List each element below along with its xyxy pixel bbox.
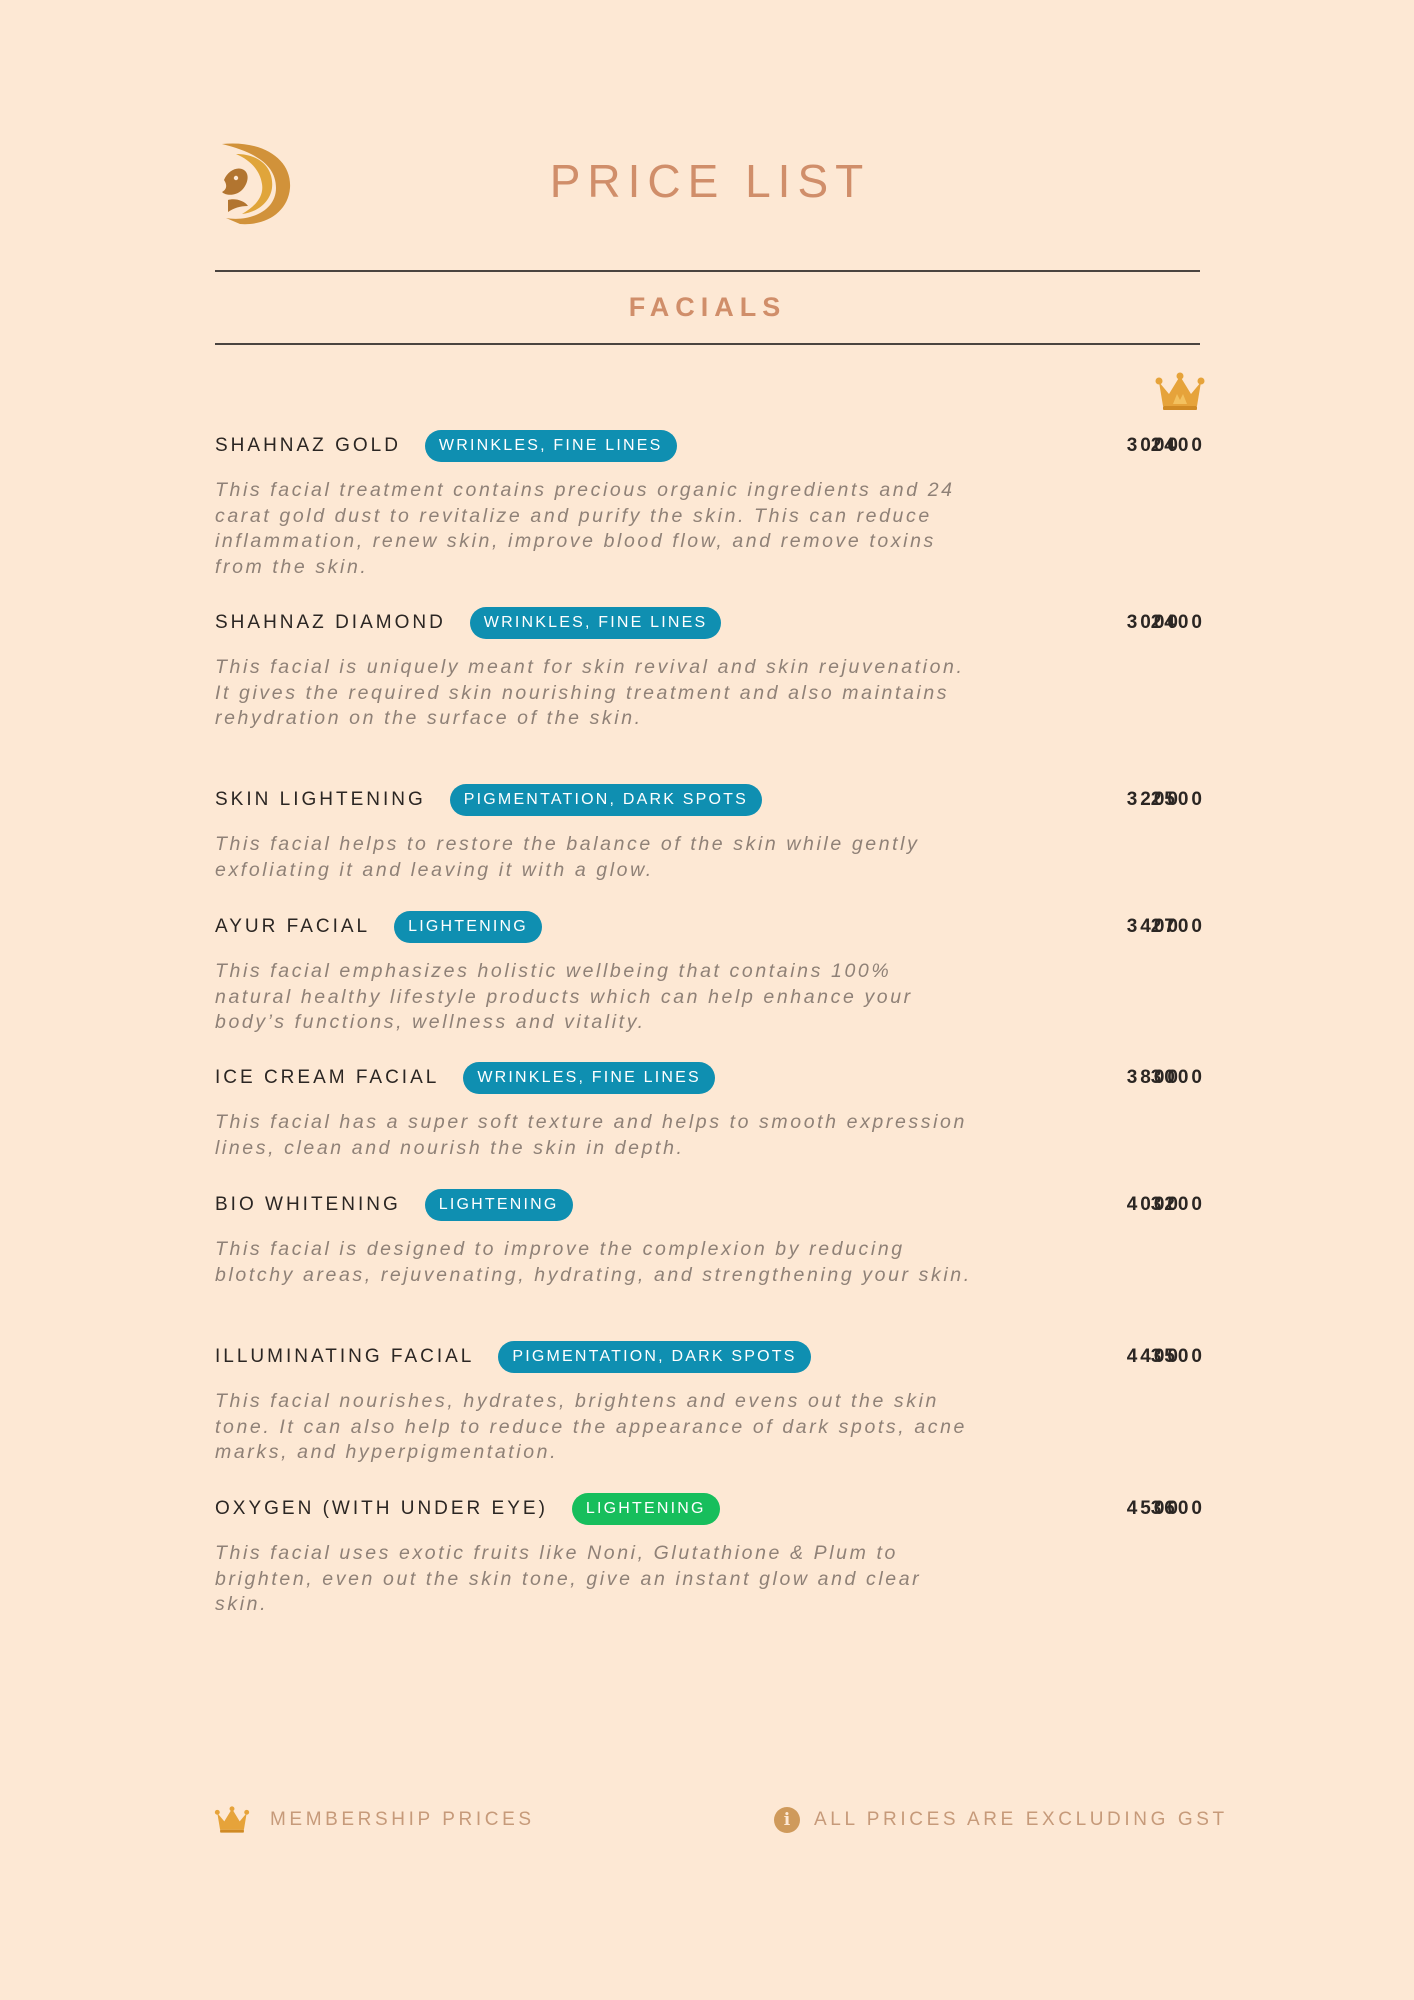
service-item: ILLUMINATING FACIAL PIGMENTATION, DARK SP… xyxy=(215,1339,1205,1466)
concern-tag: PIGMENTATION, DARK SPOTS xyxy=(449,784,762,816)
service-description: This facial emphasizes holistic wellbein… xyxy=(215,960,913,1033)
service-header: ICE CREAM FACIAL WRINKLES, FINE LINES 3800… xyxy=(215,1060,1205,1096)
service-name: BIO WHITENING xyxy=(215,1194,401,1215)
membership-price: 2700 xyxy=(1150,916,1205,937)
logo-icon xyxy=(222,143,291,225)
service-header: SHAHNAZ DIAMOND WRINKLES, FINE LINES 3000 2… xyxy=(215,605,1205,641)
service-item: OXYGEN (WITH UNDER EYE) LIGHTENING 4500 360… xyxy=(215,1491,1205,1618)
service-header: AYUR FACIAL LIGHTENING 3400 2700 xyxy=(215,909,1205,945)
price-list-page: PRICE LIST FACIALS SHAHNAZ GOLD WRINKLES,… xyxy=(0,0,1414,2000)
service-description: This facial is designed to improve the c… xyxy=(215,1238,972,1286)
service-name: OXYGEN (WITH UNDER EYE) xyxy=(215,1498,548,1519)
service-item: AYUR FACIAL LIGHTENING 3400 2700 This facial… xyxy=(215,909,1205,1036)
membership-price: 3200 xyxy=(1150,1194,1205,1215)
gst-note-text: ALL PRICES ARE EXCLUDING GST xyxy=(814,1809,1228,1830)
service-item: BIO WHITENING LIGHTENING 4000 3200 This faci… xyxy=(215,1187,1205,1288)
concern-tag: LIGHTENING xyxy=(424,1189,573,1221)
membership-price: 2500 xyxy=(1150,789,1205,810)
service-item: SHAHNAZ GOLD WRINKLES, FINE LINES 3000 2400… xyxy=(215,428,1205,580)
crown-icon xyxy=(214,1806,250,1833)
divider-bottom xyxy=(215,343,1200,345)
membership-price: 3000 xyxy=(1150,1067,1205,1088)
concern-tag: LIGHTENING xyxy=(394,911,542,943)
service-description: This facial helps to restore the balance… xyxy=(215,833,920,881)
service-name: ICE CREAM FACIAL xyxy=(215,1067,440,1088)
concern-tag: WRINKLES, FINE LINES xyxy=(424,430,677,462)
service-name: SHAHNAZ GOLD xyxy=(215,435,401,456)
crown-icon xyxy=(1155,372,1205,410)
service-description: This facial nourishes, hydrates, brighte… xyxy=(215,1390,968,1463)
service-description: This facial treatment contains precious … xyxy=(215,479,955,578)
service-header: ILLUMINATING FACIAL PIGMENTATION, DARK SP… xyxy=(215,1339,1205,1375)
service-name: SHAHNAZ DIAMOND xyxy=(215,612,446,633)
divider-top xyxy=(215,270,1200,272)
page-title: PRICE LIST xyxy=(549,155,871,207)
service-description: This facial uses exotic fruits like Noni… xyxy=(215,1542,922,1615)
membership-price: 3600 xyxy=(1150,1498,1205,1519)
membership-label: MEMBERSHIP PRICES xyxy=(270,1809,535,1830)
section-title: FACIALS xyxy=(628,292,787,322)
membership-price: 2400 xyxy=(1150,612,1205,633)
service-header: SKIN LIGHTENING PIGMENTATION, DARK SPOTS 3… xyxy=(215,782,1205,818)
service-header: OXYGEN (WITH UNDER EYE) LIGHTENING 4500 360… xyxy=(215,1491,1205,1527)
concern-tag: WRINKLES, FINE LINES xyxy=(463,1062,715,1094)
service-item: SHAHNAZ DIAMOND WRINKLES, FINE LINES 3000 2… xyxy=(215,605,1205,732)
service-header: BIO WHITENING LIGHTENING 4000 3200 xyxy=(215,1187,1205,1223)
service-header: SHAHNAZ GOLD WRINKLES, FINE LINES 3000 2400 xyxy=(215,428,1205,464)
info-icon: i xyxy=(774,1807,800,1833)
gst-note: i ALL PRICES ARE EXCLUDING GST xyxy=(774,1807,1228,1833)
service-description: This facial has a super soft texture and… xyxy=(215,1111,967,1159)
service-item: ICE CREAM FACIAL WRINKLES, FINE LINES 3800… xyxy=(215,1060,1205,1161)
service-name: ILLUMINATING FACIAL xyxy=(215,1346,475,1367)
membership-price: 3500 xyxy=(1150,1346,1205,1367)
service-name: AYUR FACIAL xyxy=(215,916,371,937)
concern-tag: LIGHTENING xyxy=(571,1493,720,1525)
service-name: SKIN LIGHTENING xyxy=(215,789,426,810)
membership-price: 2400 xyxy=(1150,435,1205,456)
service-description: This facial is uniquely meant for skin r… xyxy=(215,656,965,729)
concern-tag: PIGMENTATION, DARK SPOTS xyxy=(498,1341,811,1373)
membership-legend: MEMBERSHIP PRICES xyxy=(214,1806,535,1834)
concern-tag: WRINKLES, FINE LINES xyxy=(469,607,722,639)
service-item: SKIN LIGHTENING PIGMENTATION, DARK SPOTS 3… xyxy=(215,782,1205,883)
